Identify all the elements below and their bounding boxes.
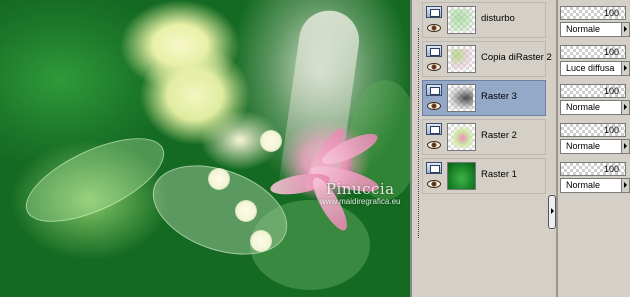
white-flower <box>260 130 282 152</box>
blend-mode-value: Normale <box>566 141 601 151</box>
watermark-url: www.maidiregrafica.eu <box>320 197 401 206</box>
layer-row-copia-di-raster-2[interactable]: Copia diRaster 2 <box>422 41 552 77</box>
blend-mode-value: Normale <box>566 180 601 190</box>
white-flower <box>235 200 257 222</box>
layer-props-raster-3: 100 Normale <box>560 82 630 118</box>
blend-mode-select[interactable]: Normale <box>560 100 630 115</box>
white-flower <box>208 168 230 190</box>
layer-thumbnail <box>447 162 476 190</box>
white-flower <box>250 230 272 252</box>
eye-icon[interactable] <box>427 24 441 32</box>
layer-visibility-icon[interactable] <box>426 123 442 135</box>
eye-icon[interactable] <box>427 180 441 188</box>
layer-thumbnail <box>447 6 476 34</box>
panel-collapse-handle[interactable] <box>548 195 556 229</box>
layer-visibility-icon[interactable] <box>426 6 442 18</box>
layer-visibility-icon[interactable] <box>426 45 442 57</box>
layer-thumbnail <box>447 123 476 151</box>
blend-mode-select[interactable]: Normale <box>560 139 630 154</box>
layer-visibility-icon[interactable] <box>426 84 442 96</box>
dropdown-arrow-icon[interactable] <box>621 23 629 36</box>
blend-mode-value: Normale <box>566 102 601 112</box>
dropdown-arrow-icon[interactable] <box>621 179 629 192</box>
layer-row-raster-1[interactable]: Raster 1 <box>422 158 546 194</box>
opacity-value: 100 <box>603 125 619 135</box>
layer-name: disturbo <box>481 13 515 24</box>
blend-mode-select[interactable]: Normale <box>560 22 630 37</box>
layer-props-raster-1: 100 Normale <box>560 160 630 196</box>
blend-mode-value: Luce diffusa <box>566 63 615 73</box>
layer-props-disturbo: 100 Normale <box>560 4 630 40</box>
layer-name: Raster 3 <box>481 91 517 102</box>
layer-row-raster-2[interactable]: Raster 2 <box>422 119 546 155</box>
opacity-field[interactable]: 100 <box>560 123 626 137</box>
opacity-field[interactable]: 100 <box>560 162 626 176</box>
watermark-name: Pinuccia <box>325 180 395 198</box>
eye-icon[interactable] <box>427 141 441 149</box>
eye-icon[interactable] <box>427 102 441 110</box>
opacity-field[interactable]: 100 <box>560 6 626 20</box>
layer-thumbnail <box>447 84 476 112</box>
layer-props-raster-2: 100 Normale <box>560 121 630 157</box>
layer-visibility-icon[interactable] <box>426 162 442 174</box>
leaf-overlay <box>14 121 176 239</box>
opacity-field[interactable]: 100 <box>560 45 626 59</box>
group-tree-line <box>418 28 419 238</box>
layer-props-copia-di-raster-2: 100 Luce diffusa <box>560 43 630 79</box>
dropdown-arrow-icon[interactable] <box>621 140 629 153</box>
blend-mode-select[interactable]: Luce diffusa <box>560 61 630 76</box>
eye-icon[interactable] <box>427 63 441 71</box>
blend-mode-select[interactable]: Normale <box>560 178 630 193</box>
layer-name: Raster 1 <box>481 169 517 180</box>
opacity-value: 100 <box>603 47 619 57</box>
layer-row-disturbo[interactable]: disturbo <box>422 2 546 38</box>
image-canvas[interactable]: Pinuccia www.maidiregrafica.eu <box>0 0 410 297</box>
opacity-value: 100 <box>603 164 619 174</box>
watermark: Pinuccia www.maidiregrafica.eu <box>320 180 400 206</box>
dropdown-arrow-icon[interactable] <box>621 62 629 75</box>
layer-name: Copia diRaster 2 <box>481 52 552 63</box>
opacity-value: 100 <box>603 8 619 18</box>
opacity-field[interactable]: 100 <box>560 84 626 98</box>
layer-name: Raster 2 <box>481 130 517 141</box>
layer-row-raster-3[interactable]: Raster 3 <box>422 80 546 116</box>
opacity-value: 100 <box>603 86 619 96</box>
dropdown-arrow-icon[interactable] <box>621 101 629 114</box>
layer-thumbnail <box>447 45 476 73</box>
blend-mode-value: Normale <box>566 24 601 34</box>
